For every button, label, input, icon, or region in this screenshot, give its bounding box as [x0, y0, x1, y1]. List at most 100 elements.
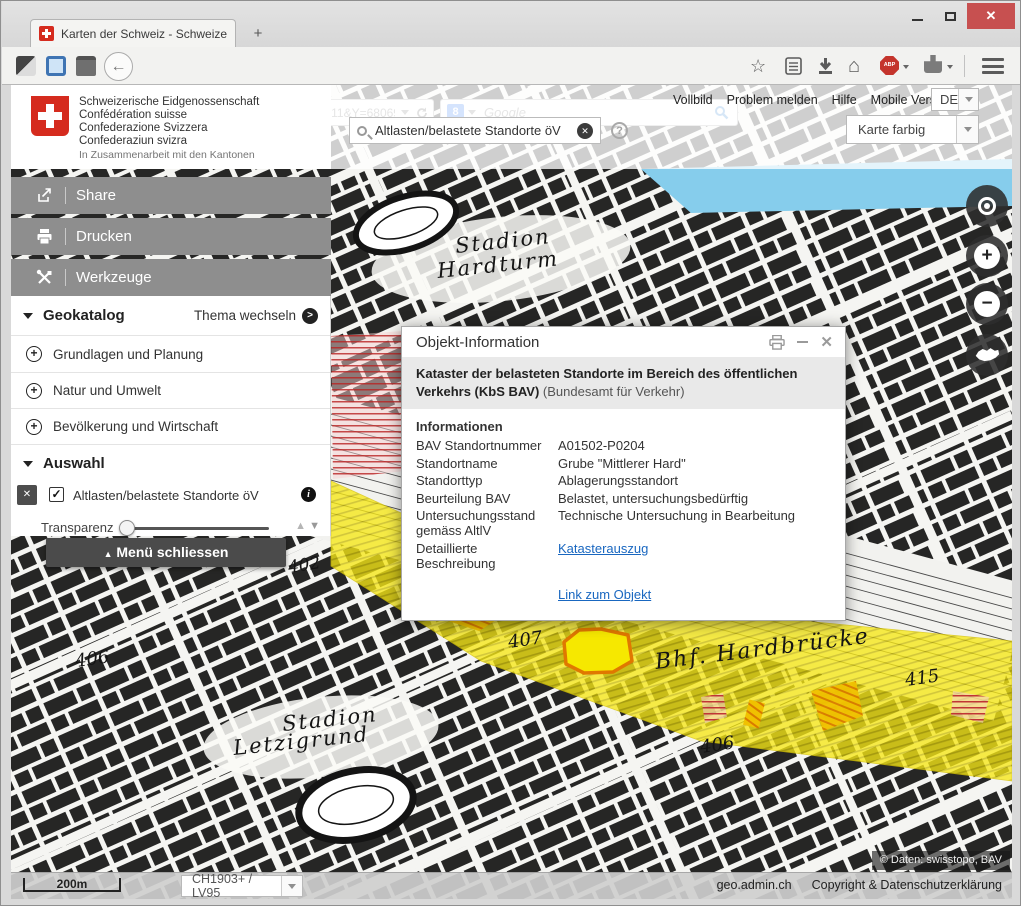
printer-icon	[36, 228, 53, 245]
window-titlebar: Karten der Schweiz - Schweize... + ✕	[2, 1, 1021, 47]
extension-icon[interactable]	[924, 55, 942, 73]
minimize-icon[interactable]	[797, 341, 808, 344]
downloads-icon[interactable]	[817, 57, 834, 75]
tab-title: Karten der Schweiz - Schweize...	[61, 27, 227, 41]
layer-checkbox[interactable]: ✓	[49, 487, 64, 502]
search-help-icon[interactable]: ?	[611, 122, 628, 139]
layer-info-icon[interactable]: i	[301, 487, 316, 502]
menu-hamburger-icon[interactable]	[982, 58, 1004, 74]
language-select[interactable]: DE	[931, 88, 979, 111]
extension-dropdown-icon[interactable]	[947, 65, 953, 69]
clear-search-icon[interactable]: ✕	[577, 123, 593, 139]
transparency-label: Transparenz	[41, 520, 114, 535]
toolbar-addon-icon-3[interactable]	[76, 56, 96, 76]
adblock-dropdown-icon[interactable]	[903, 65, 909, 69]
object-info-popup: Objekt-Information ✕ Kataster der belast…	[401, 326, 846, 621]
target-icon	[978, 197, 996, 215]
category-label: Grundlagen und Planung	[53, 347, 203, 362]
close-icon[interactable]: ✕	[820, 333, 833, 351]
home-icon[interactable]: ⌂	[848, 57, 860, 75]
sidebar-item-label: Werkzeuge	[76, 269, 152, 286]
theme-switch-arrow-icon[interactable]: >	[302, 308, 318, 324]
geocatalog-panel: Geokatalog Thema wechseln > + Grundlagen…	[11, 296, 331, 536]
map-style-value: Karte farbig	[858, 122, 925, 137]
new-tab-button[interactable]: +	[246, 23, 270, 45]
sidebar-item-drucken[interactable]: Drucken	[11, 218, 331, 255]
browser-tab[interactable]: Karten der Schweiz - Schweize...	[30, 19, 236, 47]
link-problem-melden[interactable]: Problem melden	[727, 93, 818, 107]
transparency-slider-track[interactable]	[126, 527, 269, 530]
contaminated-zone-red-west	[331, 331, 405, 479]
info-row: Untersuchungsstand gemäss AltlVTechnisch…	[416, 508, 831, 538]
geokatalog-header[interactable]: Geokatalog Thema wechseln >	[11, 296, 330, 336]
sidebar-item-label: Drucken	[76, 228, 132, 245]
adblock-icon[interactable]: ABP	[880, 56, 899, 75]
info-row: StandortnameGrube "Mittlerer Hard"	[416, 456, 831, 471]
expand-plus-icon[interactable]: +	[26, 383, 42, 399]
projection-select[interactable]: CH1903+ / LV95	[181, 875, 303, 897]
zoom-out-button[interactable]: −	[966, 283, 1008, 325]
geoadmin-link[interactable]: geo.admin.ch	[717, 878, 792, 892]
chevron-down-icon	[281, 876, 302, 896]
geolocate-button[interactable]	[966, 185, 1008, 227]
map-attribution: © Daten: swisstopo, BAV	[872, 851, 1010, 870]
catalog-category[interactable]: + Bevölkerung und Wirtschaft	[11, 409, 330, 445]
copyright-link[interactable]: Copyright & Datenschutzerklärung	[812, 878, 1002, 892]
tools-icon	[36, 269, 53, 286]
link-hilfe[interactable]: Hilfe	[832, 93, 857, 107]
scale-label: 200m	[57, 877, 88, 891]
move-layer-up-icon[interactable]: ▲	[295, 520, 306, 532]
object-link[interactable]: Link zum Objekt	[558, 587, 651, 602]
collapse-triangle-icon	[23, 313, 33, 319]
zoom-in-button[interactable]: +	[966, 235, 1008, 277]
info-row: StandorttypAblagerungsstandort	[416, 473, 831, 488]
sidebar-item-werkzeuge[interactable]: Werkzeuge	[11, 259, 331, 296]
scale-bar: 200m	[23, 878, 121, 892]
auswahl-header[interactable]: Auswahl	[11, 445, 330, 483]
info-row: Beurteilung BAVBelastet, untersuchungsbe…	[416, 491, 831, 506]
transparency-slider-knob[interactable]	[119, 520, 135, 536]
projection-value: CH1903+ / LV95	[192, 872, 281, 900]
move-layer-down-icon[interactable]: ▼	[309, 520, 320, 532]
popup-titlebar[interactable]: Objekt-Information ✕	[402, 327, 845, 357]
window-minimize-button[interactable]	[902, 3, 932, 29]
swiss-confederation-logo	[31, 96, 69, 136]
toolbar-addon-icon-2[interactable]	[46, 56, 66, 76]
popup-body: Informationen BAV StandortnummerA01502-P…	[402, 409, 845, 620]
auswahl-title: Auswahl	[43, 455, 105, 472]
default-extent-button[interactable]	[966, 334, 1008, 376]
theme-switch-link[interactable]: Thema wechseln	[194, 308, 296, 323]
close-icon: ✕	[986, 8, 997, 24]
expand-plus-icon[interactable]: +	[26, 419, 42, 435]
remove-layer-button[interactable]: ✕	[17, 485, 37, 505]
site-header: Schweizerische Eidgenossenschaft Confédé…	[11, 85, 331, 169]
maximize-icon	[945, 12, 956, 21]
catalog-category[interactable]: + Grundlagen und Planung	[11, 336, 330, 373]
catalog-category[interactable]: + Natur und Umwelt	[11, 373, 330, 409]
bookmark-star-icon[interactable]: ☆	[750, 57, 766, 75]
map-style-select[interactable]: Karte farbig	[846, 115, 979, 144]
sidebar-item-share[interactable]: Share	[11, 177, 331, 214]
minus-icon: −	[974, 291, 1000, 317]
category-label: Bevölkerung und Wirtschaft	[53, 419, 218, 434]
bookmarks-list-icon[interactable]	[785, 57, 802, 75]
selected-site-polygon[interactable]	[564, 629, 632, 673]
back-arrow-icon: ←	[111, 58, 127, 75]
katasterauszug-link[interactable]: Katasterauszug	[558, 541, 648, 556]
category-label: Natur und Umwelt	[53, 383, 161, 398]
expand-plus-icon[interactable]: +	[26, 346, 42, 362]
footer-bar: 200m CH1903+ / LV95 geo.admin.ch Copyrig…	[11, 872, 1012, 899]
window-maximize-button[interactable]	[935, 3, 965, 29]
popup-layer-title: Kataster der belasteten Standorte im Ber…	[402, 357, 845, 409]
window-close-button[interactable]: ✕	[967, 3, 1015, 29]
print-icon[interactable]	[769, 335, 785, 350]
popup-title-text: Objekt-Information	[416, 334, 539, 351]
language-value: DE	[940, 92, 958, 107]
info-row: BAV StandortnummerA01502-P0204	[416, 438, 831, 453]
toolbar-addon-icon-1[interactable]	[16, 56, 36, 76]
map-search-input[interactable]: Altlasten/belastete Standorte öV ✕	[349, 117, 601, 144]
back-button[interactable]: ←	[104, 52, 133, 81]
layer-name[interactable]: Altlasten/belastete Standorte öV	[73, 488, 259, 503]
link-vollbild[interactable]: Vollbild	[673, 93, 713, 107]
close-menu-button[interactable]: ▲ Menü schliessen	[46, 538, 286, 567]
